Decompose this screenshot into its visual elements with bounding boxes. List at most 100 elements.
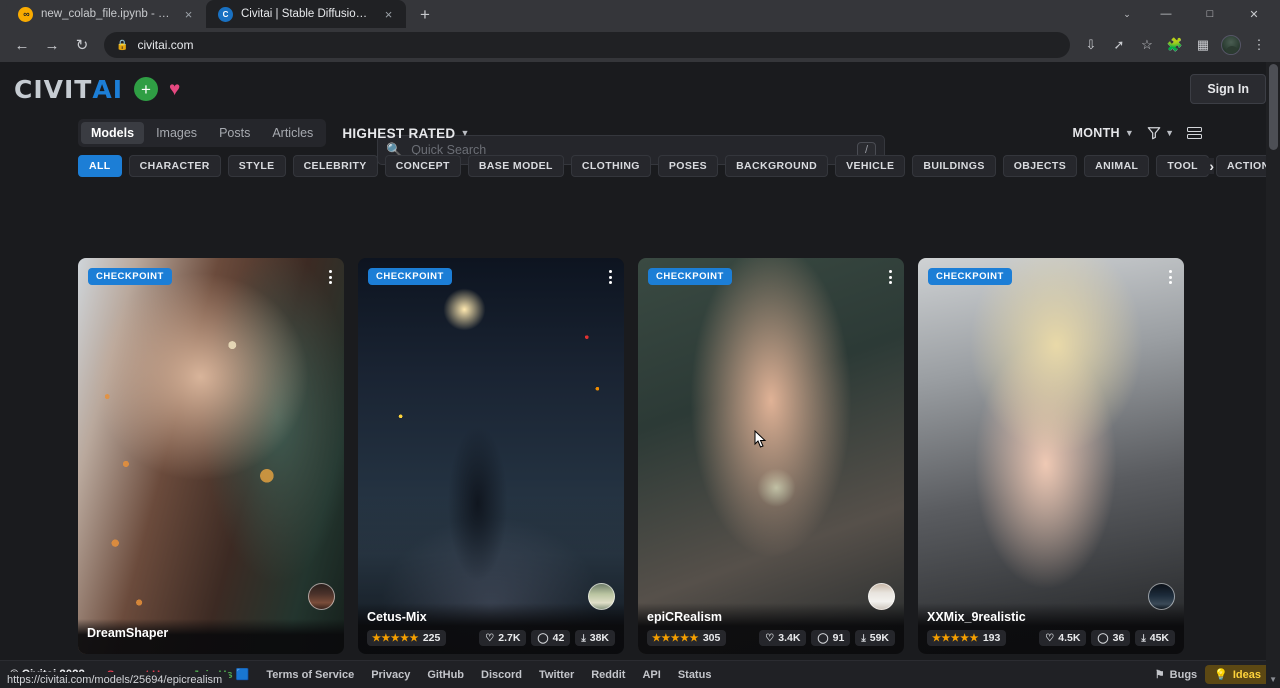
period-dropdown[interactable]: MONTH ▼ (1073, 126, 1135, 140)
browser-tab-colab[interactable]: ∞ new_colab_file.ipynb - Colaborat × (6, 0, 206, 28)
avatar[interactable] (1148, 583, 1175, 610)
chip-character[interactable]: CHARACTER (129, 155, 221, 177)
card-menu-button[interactable] (605, 268, 616, 286)
browser-tab-civitai[interactable]: C Civitai | Stable Diffusion models, × (206, 0, 406, 28)
reload-icon[interactable]: ↻ (68, 31, 96, 59)
bookmark-star-icon[interactable]: ☆ (1134, 32, 1160, 58)
model-card[interactable]: CHECKPOINT XXMix_9realistic ★★★★★ 193 ♡ … (918, 258, 1184, 654)
tab-images[interactable]: Images (146, 122, 207, 144)
avatar[interactable] (868, 583, 895, 610)
footer-link-api[interactable]: API (642, 669, 660, 681)
side-panel-icon[interactable]: ▦ (1190, 32, 1216, 58)
chip-scroll-right-icon[interactable]: › (1207, 158, 1214, 174)
bugs-label: Bugs (1170, 669, 1198, 681)
heart-icon[interactable]: ♥ (169, 80, 180, 99)
tab-posts[interactable]: Posts (209, 122, 260, 144)
close-window-button[interactable]: ✕ (1232, 0, 1276, 28)
chip-objects[interactable]: OBJECTS (1003, 155, 1077, 177)
footer-link-github[interactable]: GitHub (427, 669, 464, 681)
address-bar-value: civitai.com (137, 38, 193, 52)
chip-vehicle[interactable]: VEHICLE (835, 155, 905, 177)
footer-link-discord[interactable]: Discord (481, 669, 522, 681)
install-icon[interactable]: ⇩ (1078, 32, 1104, 58)
model-card-footer: XXMix_9realistic ★★★★★ 193 ♡ 4.5K ◯ 36 (918, 603, 1184, 654)
status-badge: CHECKPOINT (928, 268, 1012, 285)
scroll-down-icon[interactable]: ▼ (1269, 675, 1277, 684)
ideas-button[interactable]: 💡 Ideas (1205, 665, 1270, 684)
footer-right-buttons: ⚑ Bugs 💡 Ideas (1155, 665, 1270, 684)
chevron-down-icon[interactable]: ⌄ (1110, 0, 1144, 28)
model-title: epiCRealism (647, 610, 895, 624)
downloads-count: 38K (590, 632, 609, 644)
filter-button[interactable]: ▼ (1147, 126, 1174, 140)
close-icon[interactable]: × (181, 7, 196, 22)
chevron-down-icon: ▼ (1165, 128, 1174, 138)
sort-dropdown[interactable]: HIGHEST RATED ▼ (342, 126, 469, 141)
footer-link-terms[interactable]: Terms of Service (266, 669, 354, 681)
footer-link-reddit[interactable]: Reddit (591, 669, 625, 681)
engagement-stats: ♡ 4.5K ◯ 36 ⤓ 45K (1039, 630, 1175, 646)
forward-icon[interactable]: → (38, 31, 66, 59)
profile-avatar[interactable] (1221, 35, 1241, 55)
page-scrollbar[interactable]: ▼ (1266, 62, 1280, 688)
footer-link-twitter[interactable]: Twitter (539, 669, 574, 681)
model-stats: ★★★★★ 225 ♡ 2.7K ◯ 42 ⤓ (367, 630, 615, 646)
likes-count: 4.5K (1058, 632, 1080, 644)
create-button[interactable]: + (134, 77, 158, 101)
chip-concept[interactable]: CONCEPT (385, 155, 461, 177)
site-header: CIVIT AI + ♥ Sign In (0, 62, 1280, 116)
lock-icon: 🔒 (116, 40, 128, 51)
chip-poses[interactable]: POSES (658, 155, 718, 177)
layout-rows-icon (1187, 134, 1202, 139)
share-icon[interactable]: ➚ (1106, 32, 1132, 58)
scrollbar-thumb[interactable] (1269, 64, 1278, 150)
likes-count: 2.7K (498, 632, 520, 644)
chip-celebrity[interactable]: CELEBRITY (293, 155, 378, 177)
tab-models[interactable]: Models (81, 122, 144, 144)
avatar[interactable] (588, 583, 615, 610)
avatar[interactable] (308, 583, 335, 610)
model-title: DreamShaper (87, 626, 335, 640)
minimize-button[interactable]: — (1144, 0, 1188, 28)
bug-flag-icon: ⚑ (1155, 668, 1165, 681)
close-icon[interactable]: × (381, 7, 396, 22)
chip-clothing[interactable]: CLOTHING (571, 155, 651, 177)
model-card[interactable]: CHECKPOINT epiCRealism ★★★★★ 305 ♡ 3.4K (638, 258, 904, 654)
chip-background[interactable]: BACKGROUND (725, 155, 828, 177)
card-menu-button[interactable] (1165, 268, 1176, 286)
civitai-page: CIVIT AI + ♥ Sign In 🔍 Quick Search / Mo… (0, 62, 1280, 688)
chip-tool[interactable]: TOOL (1156, 155, 1209, 177)
footer-link-status[interactable]: Status (678, 669, 712, 681)
civitai-logo[interactable]: CIVIT AI (14, 75, 123, 104)
card-menu-button[interactable] (885, 268, 896, 286)
new-tab-button[interactable]: + (412, 2, 438, 28)
maximize-button[interactable]: □ (1188, 0, 1232, 28)
extensions-puzzle-icon[interactable]: 🧩 (1162, 32, 1188, 58)
rating-count: 193 (983, 632, 1001, 644)
layout-rows-icon (1187, 127, 1202, 132)
chip-base-model[interactable]: BASE MODEL (468, 155, 564, 177)
model-card[interactable]: CHECKPOINT DreamShaper (78, 258, 344, 654)
model-stats: ★★★★★ 305 ♡ 3.4K ◯ 91 ⤓ (647, 630, 895, 646)
card-menu-button[interactable] (325, 268, 336, 286)
download-icon: ⤓ (1141, 633, 1145, 644)
back-icon[interactable]: ← (8, 31, 36, 59)
chip-animal[interactable]: ANIMAL (1084, 155, 1149, 177)
address-bar[interactable]: 🔒 civitai.com (104, 32, 1070, 58)
model-grid: CHECKPOINT DreamShaper CHECKPOINT Cetus-… (78, 258, 1204, 688)
layout-toggle-button[interactable] (1187, 127, 1202, 139)
engagement-stats: ♡ 2.7K ◯ 42 ⤓ 38K (479, 630, 615, 646)
menu-kebab-icon[interactable]: ⋮ (1246, 32, 1272, 58)
chip-buildings[interactable]: BUILDINGS (912, 155, 995, 177)
bugs-button[interactable]: ⚑ Bugs (1155, 668, 1197, 681)
footer-link-privacy[interactable]: Privacy (371, 669, 410, 681)
model-card[interactable]: CHECKPOINT Cetus-Mix ★★★★★ 225 ♡ 2.7K (358, 258, 624, 654)
sort-label: HIGHEST RATED (342, 126, 455, 141)
chip-style[interactable]: STYLE (228, 155, 286, 177)
download-icon: ⤓ (581, 633, 585, 644)
ideas-label: Ideas (1233, 669, 1261, 681)
model-preview-image (638, 258, 904, 654)
sign-in-button[interactable]: Sign In (1190, 74, 1266, 104)
tab-articles[interactable]: Articles (262, 122, 323, 144)
chip-all[interactable]: ALL (78, 155, 122, 177)
